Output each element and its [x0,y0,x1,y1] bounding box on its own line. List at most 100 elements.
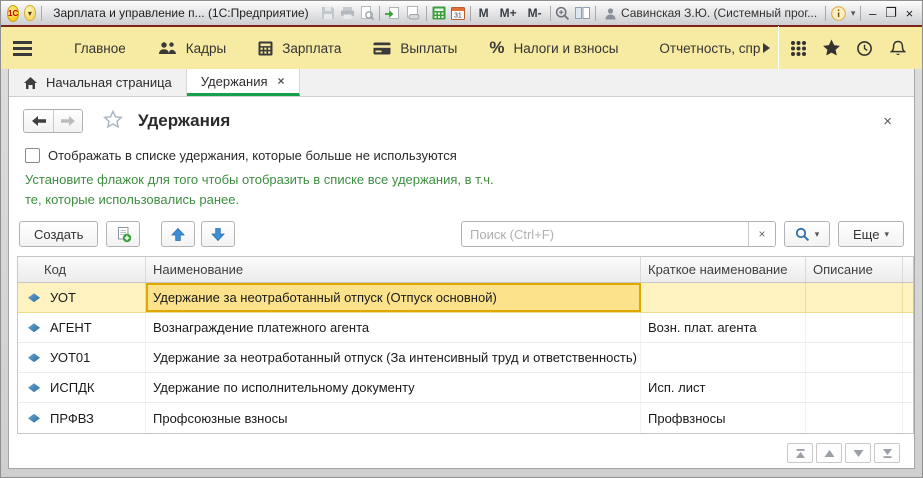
show-unused-row: Отображать в списке удержания, которые б… [25,148,908,163]
cell-description [806,313,903,342]
tab-close-icon[interactable]: × [278,74,285,88]
divider [41,6,42,21]
cell-short-name: Профвзносы [641,403,806,433]
go-last-button[interactable] [874,443,900,463]
table-row[interactable]: ИСПДК Удержание по исполнительному докум… [18,373,913,403]
people-icon [158,41,177,55]
table-row[interactable]: УОТ Удержание за неотработанный отпуск (… [18,283,913,313]
show-unused-checkbox[interactable] [25,148,40,163]
notifications-button[interactable] [881,26,914,70]
app-window: 1С ▾ Зарплата и управление п... (1С:Пред… [0,0,923,478]
cell-description [806,373,903,402]
minimize-button[interactable]: – [866,4,879,22]
go-prev-button[interactable] [816,443,842,463]
search-options-button[interactable]: ▾ [784,221,830,247]
menu-item-label: Отчетность, спр [659,41,759,56]
table-row[interactable]: ПРФВЗ Профсоюзные взносы Профвзносы [18,403,913,433]
maximize-button[interactable]: ❐ [884,4,897,22]
arrow-down-icon [211,227,225,242]
form-close-button[interactable]: × [883,113,892,130]
cell-description [806,403,903,433]
save-icon[interactable] [321,4,335,23]
all-functions-button[interactable] [782,26,815,70]
move-up-button[interactable] [161,221,195,247]
current-user-button[interactable]: Савинская З.Ю. (Системный прог... [601,6,820,20]
column-header-short-name[interactable]: Краткое наименование [641,257,806,282]
arrow-up-small-icon [823,449,836,458]
column-header-name[interactable]: Наименование [146,257,641,282]
system-menu-button[interactable]: ▾ [24,5,35,21]
cell-description [806,283,903,312]
favorites-button[interactable] [815,26,848,70]
divider [550,6,551,21]
caret-down-icon: ▾ [815,230,820,239]
workspace: Начальная страница Удержания × Удержания… [8,69,915,469]
main-menu-bar: Главное Кадры Зарплата Выплаты % Налоги … [1,25,922,69]
hint-text: Установите флажок для того чтобы отобраз… [25,170,503,210]
menu-item-vyplaty[interactable]: Выплаты [357,26,473,70]
apps-grid-icon [790,40,807,57]
cell-stub [903,313,913,342]
split-window-icon[interactable] [575,4,590,23]
arrow-down-small-icon [852,449,865,458]
favorite-star-icon[interactable] [103,110,123,132]
memory-m-minus-button[interactable]: M- [525,6,545,20]
get-link-icon[interactable] [384,4,400,23]
tab-uderzhaniya[interactable]: Удержания × [187,69,300,96]
table-row[interactable]: УОТ01 Удержание за неотработанный отпуск… [18,343,913,373]
table-row[interactable]: АГЕНТ Вознаграждение платежного агента В… [18,313,913,343]
info-icon[interactable] [831,4,846,23]
calculator-icon[interactable] [432,4,446,23]
catalog-item-icon [28,353,40,362]
arrow-right-icon [60,115,76,127]
menu-item-kadry[interactable]: Кадры [142,26,242,70]
window-title: Зарплата и управление п... (1С:Предприят… [46,6,315,20]
more-button[interactable]: Еще ▾ [838,221,904,247]
back-button[interactable] [24,110,53,132]
history-button[interactable] [848,26,881,70]
cell-code: УОТ01 [50,350,90,365]
forward-button[interactable] [53,110,82,132]
cell-name: Вознаграждение платежного агента [146,313,641,342]
memory-m-button[interactable]: M [476,6,492,20]
create-button[interactable]: Создать [19,221,98,247]
tab-home[interactable]: Начальная страница [9,69,187,96]
close-window-button[interactable]: × [903,4,916,22]
column-header-stub [903,257,913,282]
go-next-button[interactable] [845,443,871,463]
cell-description [806,343,903,372]
search-clear-button[interactable]: × [748,222,775,246]
1c-logo-icon: 1С [7,5,19,22]
print-preview-icon[interactable] [360,4,374,23]
print-icon[interactable] [340,4,355,23]
caret-down-icon[interactable]: ▾ [851,9,856,18]
menu-item-glavnoe[interactable]: Главное [58,26,142,70]
cell-code: УОТ [50,290,76,305]
menu-item-zarplata[interactable]: Зарплата [242,26,357,70]
menu-item-nalogi[interactable]: % Налоги и взносы [473,26,634,70]
go-first-button[interactable] [787,443,813,463]
calculator-icon [258,41,273,56]
column-header-code[interactable]: Код [18,257,146,282]
deductions-table: Код Наименование Краткое наименование Оп… [17,256,914,434]
menu-overflow-arrow[interactable] [760,43,774,53]
catalog-item-icon [28,323,40,332]
user-icon [604,7,617,20]
search-input[interactable] [462,222,748,246]
history-nav-group [23,109,83,133]
catalog-item-icon [28,383,40,392]
copy-document-icon [115,226,132,243]
calendar-icon[interactable]: 31 [451,4,465,23]
hamburger-menu-button[interactable] [13,33,44,63]
create-by-copy-button[interactable] [106,221,140,247]
arrow-up-icon [171,227,185,242]
column-header-description[interactable]: Описание [806,257,903,282]
search-group: × [461,221,776,247]
zoom-icon[interactable] [555,4,570,23]
memory-m-plus-button[interactable]: M+ [497,6,520,20]
cell-name-active[interactable]: Удержание за неотработанный отпуск (Отпу… [146,283,641,312]
menu-item-otchetnost[interactable]: Отчетность, спр [634,26,759,70]
uderzhaniya-form: Удержания × Отображать в списке удержани… [9,97,914,468]
go-to-link-icon[interactable] [405,4,421,23]
move-down-button[interactable] [201,221,235,247]
